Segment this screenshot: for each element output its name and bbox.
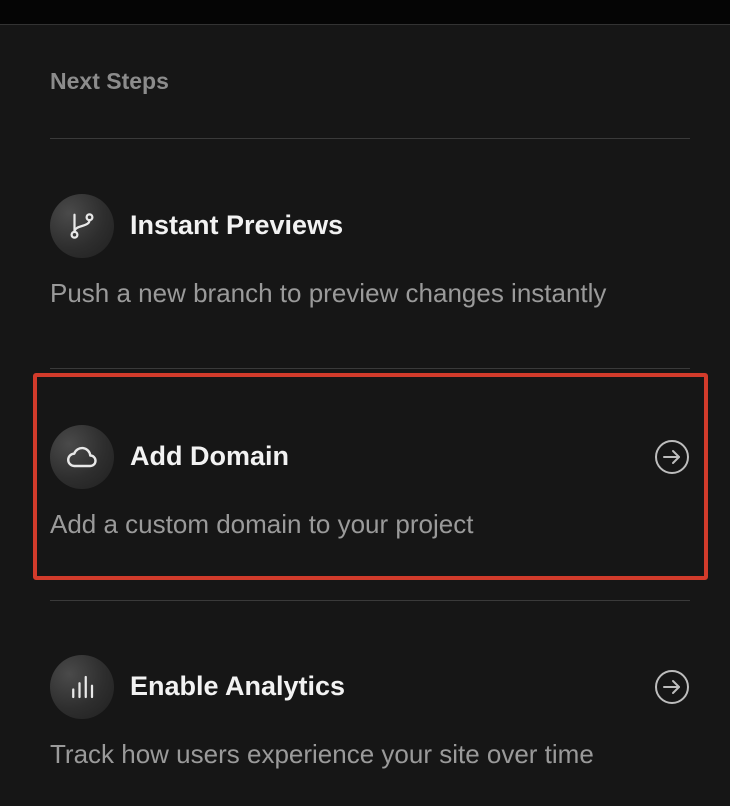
- divider: [50, 600, 690, 601]
- step-title: Instant Previews: [130, 210, 344, 240]
- highlight-box: [33, 373, 708, 580]
- step-description: Push a new branch to preview changes ins…: [50, 278, 607, 308]
- divider: [50, 138, 690, 139]
- bar-chart-icon: [50, 655, 114, 719]
- step-enable-analytics[interactable]: Enable Analytics Track how users experie…: [50, 655, 690, 769]
- divider: [50, 368, 690, 369]
- step-description: Track how users experience your site ove…: [50, 739, 594, 769]
- arrow-right-circle-icon[interactable]: [654, 669, 690, 705]
- step-title: Enable Analytics: [130, 671, 346, 701]
- section-title: Next Steps: [50, 68, 169, 94]
- git-branch-icon: [50, 194, 114, 258]
- step-instant-previews[interactable]: Instant Previews Push a new branch to pr…: [50, 194, 690, 308]
- top-bar: [0, 0, 730, 25]
